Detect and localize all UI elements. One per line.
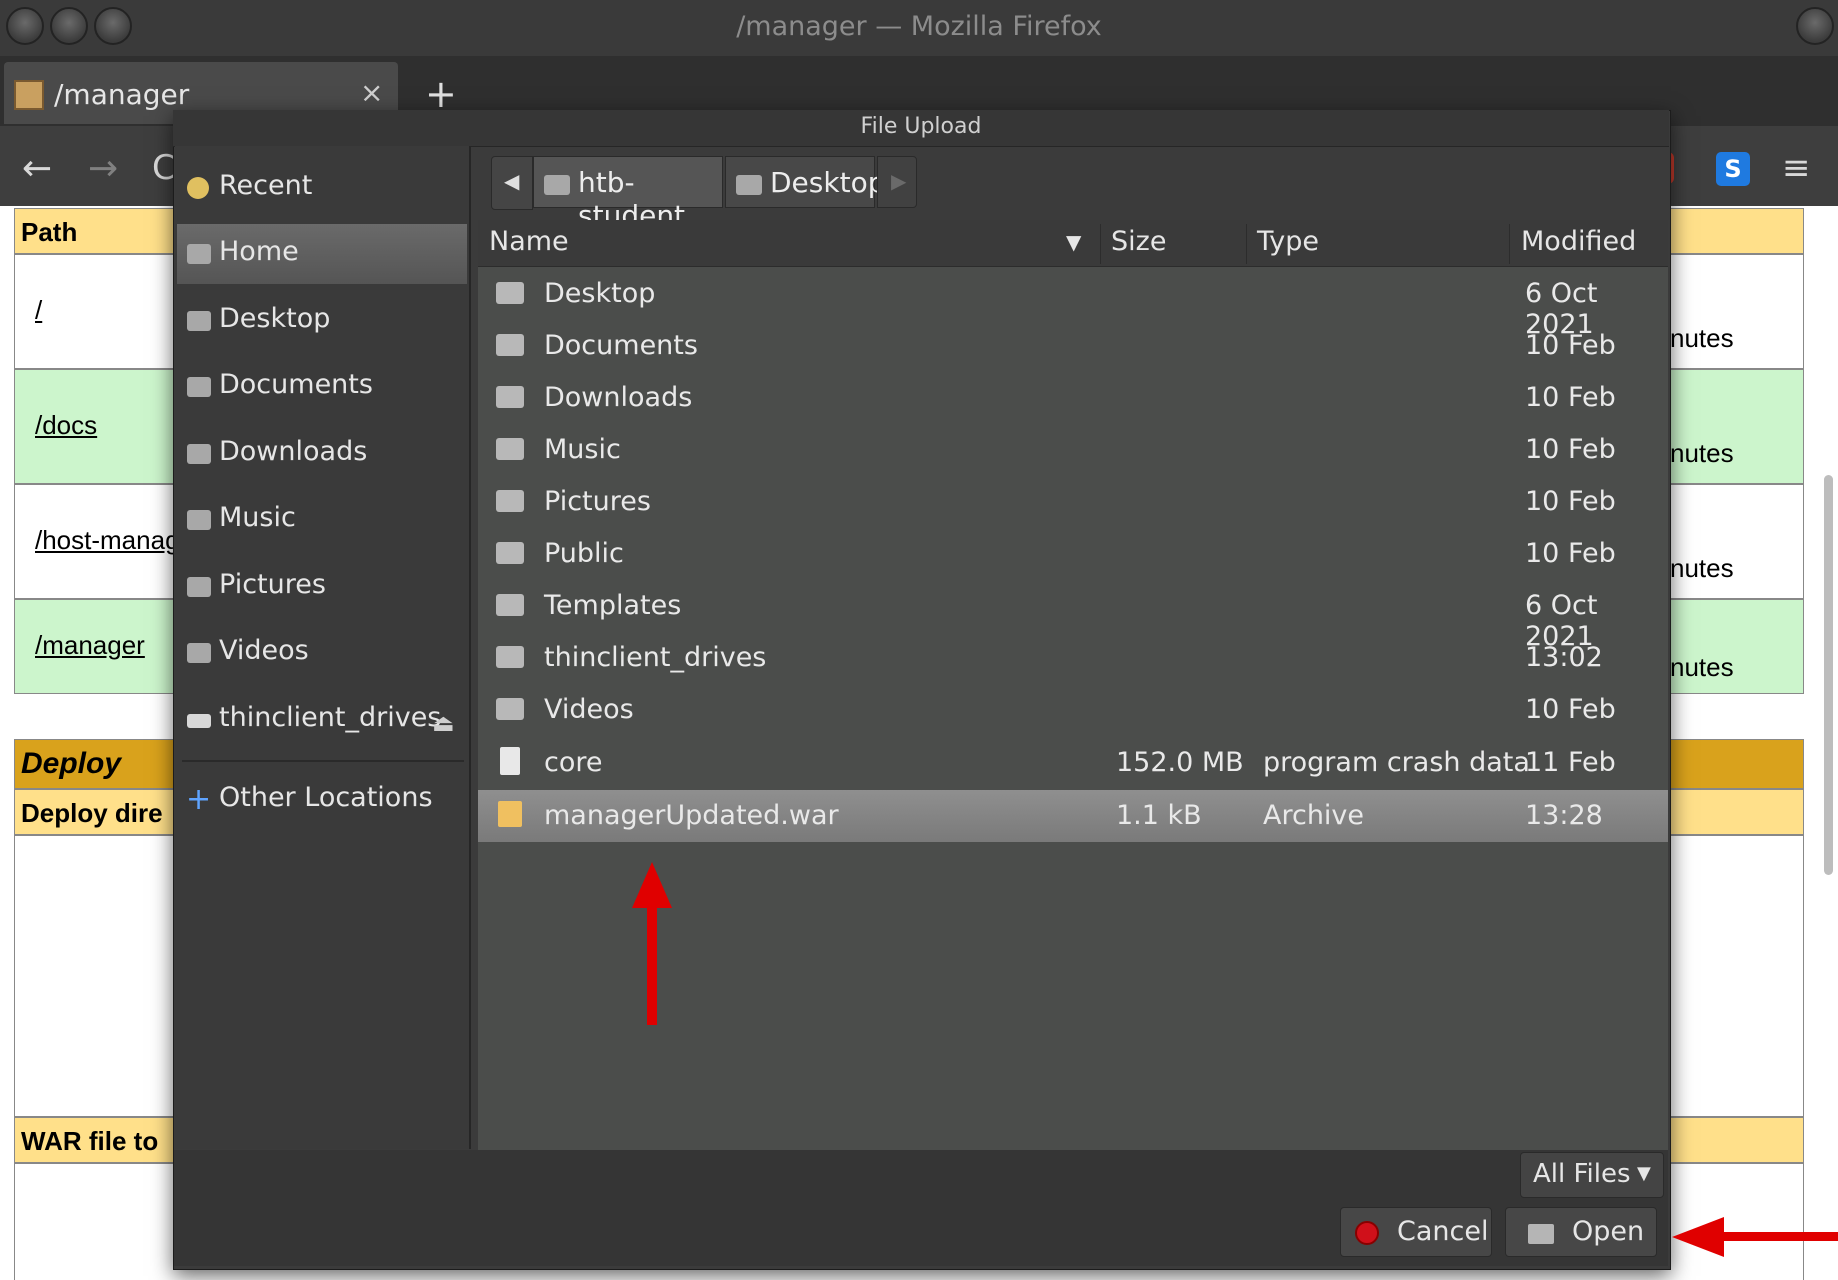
annotation-arrow-up-icon: [632, 862, 672, 908]
file-row[interactable]: Templates 6 Oct 2021: [478, 580, 1668, 652]
sidebar-item-downloads[interactable]: Downloads: [177, 424, 467, 484]
annotation-arrow-up-shaft: [647, 905, 657, 1025]
column-separator[interactable]: [1509, 224, 1510, 264]
tab-title: /manager: [54, 78, 190, 111]
column-separator[interactable]: [1246, 224, 1247, 264]
window-title: /manager — Mozilla Firefox: [736, 11, 1102, 42]
downloads-folder-icon: [187, 444, 211, 464]
folder-icon: [496, 334, 524, 356]
desktop-folder-icon: [187, 311, 211, 331]
folder-icon: [496, 438, 524, 460]
recent-icon: [187, 177, 209, 199]
open-button[interactable]: Open: [1505, 1207, 1657, 1257]
file-row[interactable]: thinclient_drives 13:02: [478, 632, 1668, 684]
sidebar-item-music[interactable]: Music: [177, 490, 467, 550]
folder-icon: [496, 386, 524, 408]
dialog-title: File Upload: [860, 114, 982, 139]
sidebar-item-pictures[interactable]: Pictures: [177, 557, 467, 617]
skype-extension-icon[interactable]: S: [1716, 152, 1750, 186]
sidebar-item-other-locations[interactable]: Other Locations: [177, 770, 467, 830]
cancel-button[interactable]: Cancel: [1340, 1207, 1492, 1257]
home-icon: [187, 244, 211, 264]
window-titlebar: /manager — Mozilla Firefox: [0, 0, 1838, 56]
sidebar-item-desktop[interactable]: Desktop: [177, 291, 467, 351]
hamburger-menu-icon[interactable]: ≡: [1782, 148, 1811, 188]
chevron-down-icon: ▼: [1637, 1163, 1651, 1184]
annotation-arrow-left-shaft: [1720, 1232, 1838, 1241]
music-folder-icon: [187, 510, 211, 530]
file-row-selected[interactable]: managerUpdated.war 1.1 kB Archive 13:28: [478, 790, 1668, 842]
app-path-link[interactable]: /host-manag: [35, 525, 180, 556]
file-row[interactable]: Desktop 6 Oct 2021: [478, 268, 1668, 340]
app-path-link[interactable]: /docs: [35, 410, 97, 441]
sort-descending-icon: ▼: [1066, 230, 1082, 254]
file-row[interactable]: Documents 10 Feb: [478, 320, 1668, 372]
column-header-modified[interactable]: Modified: [1521, 226, 1636, 257]
sidebar-item-thinclient-drives[interactable]: thinclient_drives: [177, 690, 467, 750]
eject-icon[interactable]: ⏏: [432, 709, 455, 737]
drive-icon: [187, 714, 211, 728]
path-back-button[interactable]: ◀: [491, 156, 533, 210]
chevron-right-icon: ▶: [891, 169, 907, 193]
file-row[interactable]: Videos 10 Feb: [478, 684, 1668, 736]
sidebar-item-home[interactable]: Home: [177, 224, 467, 284]
page-scrollbar[interactable]: [1824, 475, 1833, 875]
file-row[interactable]: core 152.0 MB program crash data 11 Feb: [478, 737, 1668, 789]
file-row[interactable]: Pictures 10 Feb: [478, 476, 1668, 528]
chevron-left-icon: ◀: [504, 169, 520, 193]
file-type-filter-dropdown[interactable]: All Files ▼: [1520, 1152, 1664, 1198]
column-header-type[interactable]: Type: [1257, 226, 1319, 257]
sidebar-item-documents[interactable]: Documents: [177, 357, 467, 417]
sidebar-item-recent[interactable]: Recent: [177, 158, 467, 218]
file-row[interactable]: Public 10 Feb: [478, 528, 1668, 580]
column-header-size[interactable]: Size: [1111, 226, 1166, 257]
forward-arrow-icon[interactable]: →: [88, 148, 118, 189]
desktop-folder-icon: [736, 175, 762, 195]
folder-icon: [496, 490, 524, 512]
folder-icon: [496, 594, 524, 616]
cancel-icon: [1355, 1221, 1379, 1245]
folder-icon: [496, 282, 524, 304]
file-icon: [500, 747, 520, 775]
home-icon: [544, 175, 570, 195]
annotation-arrow-left-icon: [1672, 1217, 1724, 1257]
app-path-link[interactable]: /manager: [35, 630, 145, 661]
plus-icon: +: [186, 782, 212, 817]
archive-icon: [498, 801, 522, 827]
back-arrow-icon[interactable]: ←: [22, 148, 52, 189]
column-separator[interactable]: [1100, 224, 1101, 264]
sidebar-item-videos[interactable]: Videos: [177, 623, 467, 683]
folder-icon: [496, 698, 524, 720]
folder-icon: [496, 646, 524, 668]
breadcrumb-desktop[interactable]: Desktop: [725, 156, 885, 208]
breadcrumb-htb-student[interactable]: htb-student: [533, 156, 723, 232]
documents-folder-icon: [187, 377, 211, 397]
tab-close-icon[interactable]: ×: [360, 76, 383, 109]
folder-icon: [496, 542, 524, 564]
tab-favicon-icon: [14, 80, 44, 110]
sidebar-separator: [182, 760, 464, 762]
path-forward-button[interactable]: ▶: [877, 156, 917, 208]
pictures-folder-icon: [187, 577, 211, 597]
file-row[interactable]: Downloads 10 Feb: [478, 372, 1668, 424]
file-row[interactable]: Music 10 Feb: [478, 424, 1668, 476]
folder-open-icon: [1528, 1224, 1554, 1244]
videos-folder-icon: [187, 643, 211, 663]
app-path-link[interactable]: /: [35, 295, 42, 326]
column-header-name[interactable]: Name: [489, 226, 569, 257]
